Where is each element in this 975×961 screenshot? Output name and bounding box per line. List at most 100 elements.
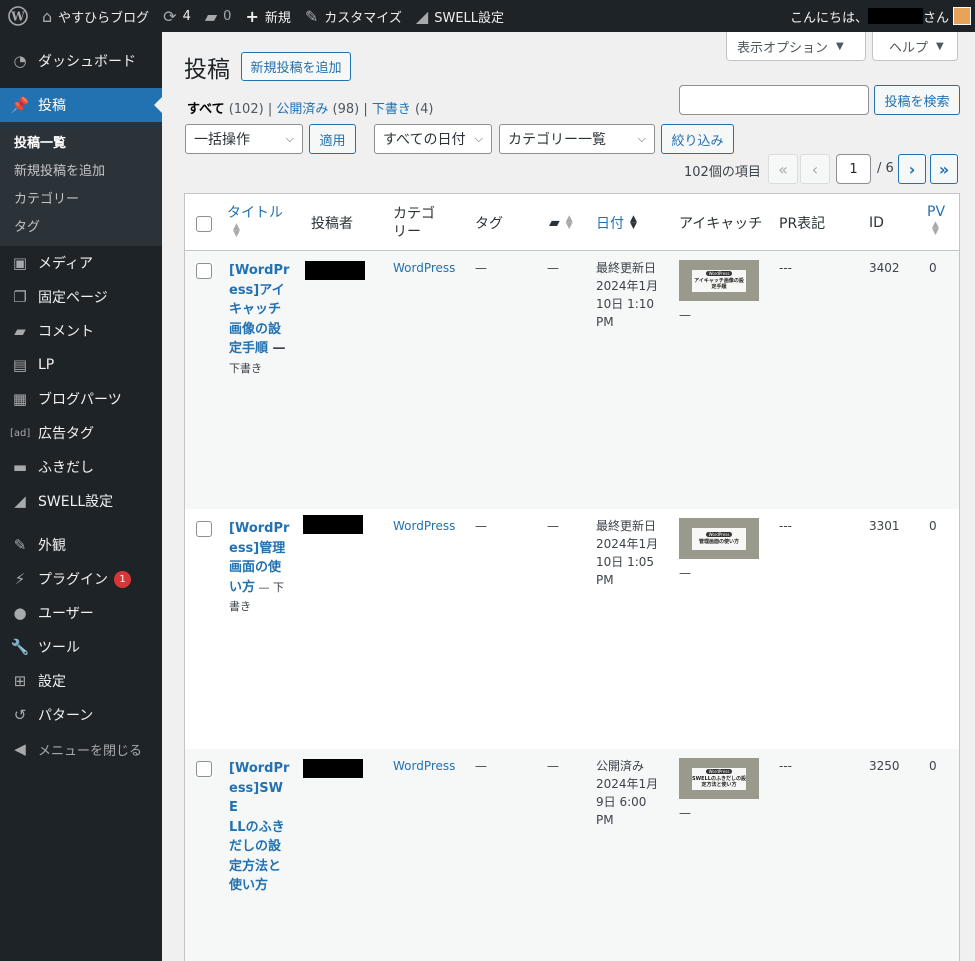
- menu-plugins[interactable]: ⚡ プラグイン 1: [0, 562, 162, 596]
- search-posts-button[interactable]: 投稿を検索: [874, 85, 960, 115]
- post-category-link[interactable]: WordPress: [393, 517, 455, 535]
- my-account-link[interactable]: こんにちは、 さん: [783, 0, 975, 32]
- menu-speech-bubbles[interactable]: ▬ ふきだし: [0, 450, 162, 484]
- wordpress-logo-icon[interactable]: W: [0, 0, 35, 32]
- redacted-author: [305, 261, 365, 280]
- menu-appearance[interactable]: ✎ 外観: [0, 528, 162, 562]
- submenu-add-new[interactable]: 新規投稿を追加: [0, 155, 162, 183]
- title-line: [WordPr: [229, 521, 290, 536]
- menu-blog-parts[interactable]: ▦ ブログパーツ: [0, 382, 162, 416]
- date-line: 最終更新日: [596, 519, 657, 533]
- new-label: 新規: [264, 10, 291, 26]
- help-label: ヘルプ: [889, 40, 929, 56]
- table-row: [WordPr ess]SWE LLのふき だしの設 定方法と 使い方 Word…: [185, 749, 959, 961]
- swell-icon: ◢: [14, 492, 26, 510]
- row-checkbox[interactable]: [196, 263, 212, 279]
- column-categories-label-2: リー: [393, 223, 421, 240]
- thumbnail-card: WordPress SWELLのふきだしの設定方法と使い方: [692, 767, 746, 790]
- filter-all[interactable]: すべて: [187, 102, 225, 117]
- menu-posts[interactable]: 📌 投稿: [0, 88, 162, 122]
- menu-dashboard[interactable]: ◔ ダッシュボード: [0, 44, 162, 78]
- title-line: 画面の使: [229, 560, 282, 575]
- sort-arrows-icon: ▲ ▼: [233, 221, 240, 239]
- filter-published[interactable]: 公開済み: [276, 102, 328, 117]
- site-name-link[interactable]: ⌂ やすひらブログ: [35, 0, 156, 32]
- menu-users[interactable]: ● ユーザー: [0, 596, 162, 630]
- eyecatch-thumbnail: WordPress SWELLのふきだしの設定方法と使い方: [679, 758, 759, 799]
- customize-link[interactable]: ✎ カスタマイズ: [298, 0, 409, 32]
- menu-label: LP: [38, 357, 55, 373]
- site-name: やすひらブログ: [58, 10, 150, 26]
- title-line: [WordPr: [229, 761, 290, 776]
- post-title-link[interactable]: [WordPr ess]アイ キャッチ 画像の設 定手順 — 下書き: [229, 261, 291, 378]
- menu-lp[interactable]: ▤ LP: [0, 348, 162, 382]
- collapse-menu-button[interactable]: ◀ メニューを閉じる: [0, 732, 162, 766]
- eyecatch-thumbnail: WordPress アイキャッチ画像の設定手順: [679, 260, 759, 301]
- speech-bubble-icon: ▬: [12, 458, 28, 476]
- main-content: 表示オプション ▼ ヘルプ ▼ 投稿 新規投稿を追加 すべて (102) | 公…: [162, 32, 975, 961]
- menu-ad-tags[interactable]: [ad] 広告タグ: [0, 416, 162, 450]
- screen-options-button[interactable]: 表示オプション ▼: [726, 32, 866, 61]
- table-row: [WordPr ess]管理 画面の使 い方 — 下 書き WordPress …: [185, 509, 959, 749]
- updates-link[interactable]: ⟳ 4: [156, 0, 198, 32]
- filter-button[interactable]: 絞り込み: [661, 124, 734, 154]
- ad-icon: [ad]: [10, 427, 31, 439]
- menu-label: ユーザー: [38, 606, 94, 622]
- submenu-all-posts[interactable]: 投稿一覧: [0, 127, 162, 155]
- filter-drafts[interactable]: 下書き: [372, 102, 411, 117]
- menu-settings[interactable]: ⊞ 設定: [0, 664, 162, 698]
- menu-media[interactable]: ▣ メディア: [0, 246, 162, 280]
- post-title-link[interactable]: [WordPr ess]管理 画面の使 い方 — 下 書き: [229, 519, 291, 617]
- comments-link[interactable]: ▰ 0: [198, 0, 239, 32]
- title-dash: — 下: [255, 580, 285, 594]
- menu-patterns[interactable]: ↺ パターン: [0, 698, 162, 732]
- menu-swell-settings[interactable]: ◢ SWELL設定: [0, 484, 162, 518]
- items-count: 102個の項目: [684, 165, 761, 180]
- eyecatch-dash: —: [679, 308, 691, 322]
- brush-icon: ✎: [13, 536, 27, 554]
- date-line: 2024年1月: [596, 537, 659, 551]
- post-id: 3250: [869, 759, 900, 773]
- eyecatch-thumbnail: WordPress 管理画面の使い方: [679, 518, 759, 559]
- current-page-input[interactable]: 1: [836, 154, 871, 184]
- date-filter-select[interactable]: すべての日付 ⌵: [374, 124, 492, 154]
- column-title[interactable]: タイトル ▲ ▼: [227, 191, 283, 248]
- post-title-link[interactable]: [WordPr ess]SWE LLのふき だしの設 定方法と 使い方: [229, 759, 291, 896]
- post-pr: ---: [779, 519, 792, 533]
- apply-button[interactable]: 適用: [309, 124, 356, 154]
- column-date-label: 日付: [596, 215, 624, 232]
- column-comments[interactable]: ▰ ▲ ▼: [549, 194, 573, 251]
- category-filter-select[interactable]: カテゴリー一覧 ⌵: [499, 124, 655, 154]
- title-line: LLのふき: [229, 819, 285, 835]
- row-checkbox[interactable]: [196, 761, 212, 777]
- menu-pages[interactable]: ❐ 固定ページ: [0, 280, 162, 314]
- last-page-button[interactable]: »: [930, 154, 958, 184]
- post-pr: ---: [779, 261, 792, 275]
- pattern-icon: ↺: [13, 706, 27, 724]
- select-all-checkbox[interactable]: [196, 216, 212, 232]
- swell-settings-link[interactable]: ◢ SWELL設定: [409, 0, 511, 32]
- submenu-categories[interactable]: カテゴリー: [0, 183, 162, 211]
- title-line: だしの設: [229, 839, 282, 854]
- redacted-author: [303, 759, 363, 778]
- post-category-link[interactable]: WordPress: [393, 259, 455, 277]
- thumbnail-pill: WordPress: [705, 532, 733, 537]
- next-page-button[interactable]: ›: [898, 154, 926, 184]
- column-date[interactable]: 日付 ▲ ▼: [596, 194, 637, 251]
- add-new-post-button[interactable]: 新規投稿を追加: [241, 52, 351, 81]
- menu-comments[interactable]: ▰ コメント: [0, 314, 162, 348]
- new-content-link[interactable]: + 新規: [238, 0, 297, 32]
- title-line: 使い方: [229, 878, 269, 893]
- column-pv[interactable]: PV ▲ ▼: [927, 191, 945, 248]
- submenu-tags[interactable]: タグ: [0, 211, 162, 239]
- post-category-link[interactable]: WordPress: [393, 757, 455, 775]
- bulk-action-select[interactable]: 一括操作 ⌵: [185, 124, 303, 154]
- thumbnail-pill: WordPress: [705, 769, 733, 774]
- collapse-label: メニューを閉じる: [38, 743, 143, 759]
- menu-label: ダッシュボード: [38, 54, 136, 70]
- help-button[interactable]: ヘルプ ▼: [872, 32, 958, 61]
- search-input[interactable]: [679, 85, 869, 115]
- chevron-down-icon: ⌵: [637, 132, 646, 145]
- row-checkbox[interactable]: [196, 521, 212, 537]
- menu-tools[interactable]: 🔧 ツール: [0, 630, 162, 664]
